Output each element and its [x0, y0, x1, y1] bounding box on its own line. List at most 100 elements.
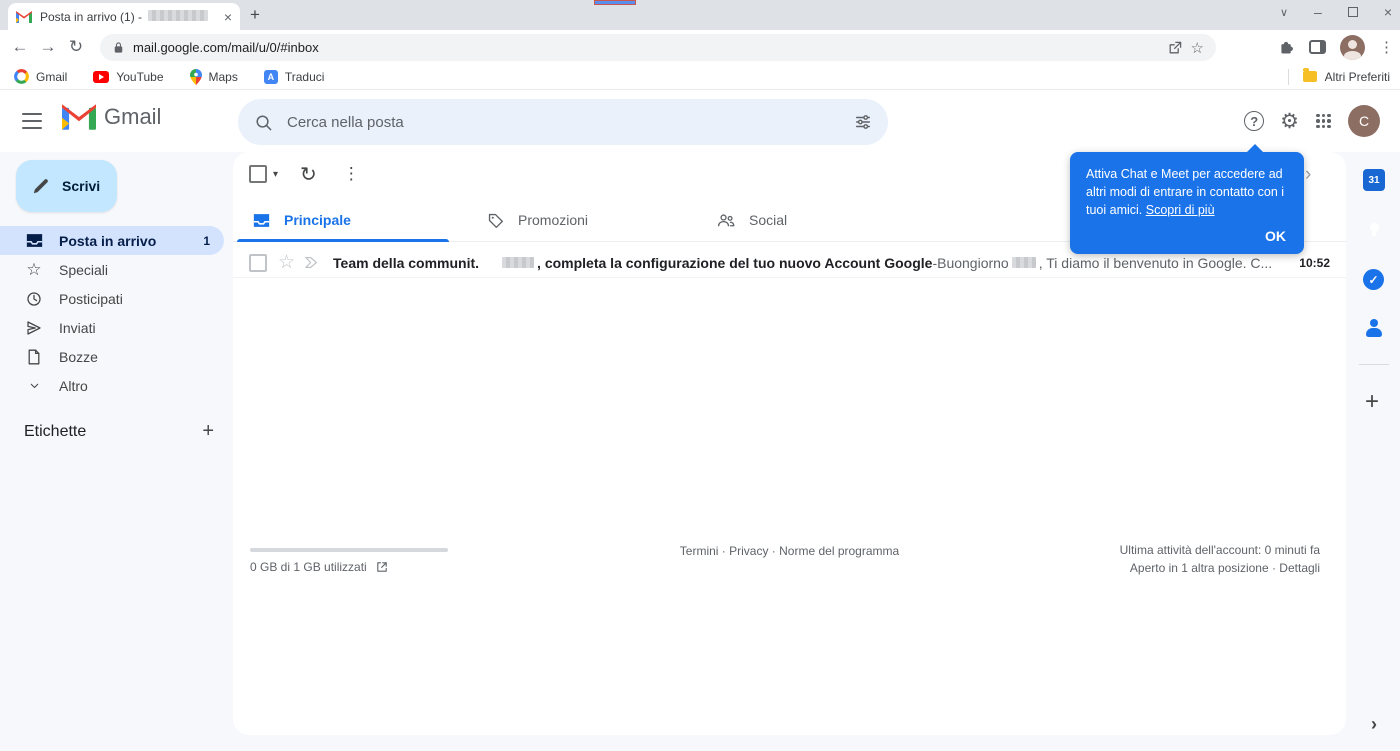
- search-icon[interactable]: [254, 113, 273, 132]
- lock-icon[interactable]: [112, 41, 125, 54]
- refresh-icon[interactable]: ↻: [300, 162, 317, 187]
- bookmark-translate[interactable]: A Traduci: [263, 69, 324, 84]
- search-input[interactable]: [287, 113, 840, 131]
- send-icon: [25, 320, 43, 336]
- add-label-button[interactable]: +: [202, 420, 214, 443]
- tag-icon: [488, 213, 503, 228]
- tab-primary[interactable]: Principale: [233, 198, 461, 242]
- translate-icon: A: [263, 69, 278, 84]
- browser-window: Posta in arrivo (1) - × + ∨ – × ← → ↻ ma…: [0, 0, 1400, 751]
- bookmark-gmail[interactable]: Gmail: [14, 69, 67, 84]
- bookmark-youtube[interactable]: YouTube: [93, 70, 164, 84]
- tab-social[interactable]: Social: [697, 198, 925, 242]
- account-avatar[interactable]: C: [1348, 105, 1380, 137]
- open-in-new-icon[interactable]: [375, 560, 389, 574]
- tab-promotions[interactable]: Promozioni: [467, 198, 695, 242]
- tab-title: Posta in arrivo (1) -: [40, 9, 216, 24]
- extensions-icon[interactable]: [1278, 39, 1295, 56]
- select-caret-icon[interactable]: ▾: [273, 169, 278, 180]
- people-icon: [717, 214, 735, 227]
- inbox-tab-icon: [253, 213, 270, 227]
- email-checkbox[interactable]: [249, 253, 267, 272]
- maps-pin-icon: [189, 68, 202, 85]
- importance-marker-icon[interactable]: [304, 256, 319, 269]
- labels-header: Etichette: [24, 422, 87, 440]
- tab-search-icon[interactable]: ∨: [1280, 6, 1288, 19]
- search-bar[interactable]: [238, 99, 888, 145]
- google-g-icon: [14, 69, 29, 84]
- profile-avatar[interactable]: [1340, 34, 1365, 60]
- calendar-icon[interactable]: 31: [1363, 169, 1385, 191]
- gmail-header: Gmail ? ⚙ C: [0, 90, 1400, 152]
- close-button[interactable]: ×: [1384, 4, 1392, 20]
- redacted-strip: [594, 0, 636, 5]
- share-icon[interactable]: [1167, 40, 1183, 56]
- email-time: 10:52: [1299, 255, 1330, 270]
- ok-button[interactable]: OK: [1086, 228, 1288, 244]
- browser-tab[interactable]: Posta in arrivo (1) - ×: [8, 3, 240, 30]
- bookmarks-bar: Gmail YouTube Maps A Traduci Altri Prefe…: [0, 64, 1400, 90]
- account-activity-line1: Ultima attività dell'account: 0 minuti f…: [1119, 543, 1320, 557]
- gmail-wordmark: Gmail: [104, 104, 162, 129]
- redacted-name: [1011, 257, 1036, 268]
- browser-toolbar: ← → ↻ mail.google.com/mail/u/0/#inbox ☆ …: [0, 30, 1400, 64]
- storage-text: 0 GB di 1 GB utilizzati: [250, 560, 389, 574]
- search-options-icon[interactable]: [854, 113, 872, 131]
- star-icon: ☆: [26, 259, 42, 279]
- draft-icon: [25, 349, 43, 365]
- redacted-email: [148, 9, 209, 21]
- divider: [1287, 68, 1289, 85]
- tab-strip: Posta in arrivo (1) - × + ∨ – ×: [0, 0, 1400, 30]
- minimize-button[interactable]: –: [1314, 4, 1322, 20]
- email-sender: Team della communit.: [333, 254, 480, 271]
- chat-meet-tooltip: Attiva Chat e Meet per accedere ad altri…: [1070, 144, 1304, 254]
- gmail-favicon: [16, 10, 32, 23]
- bookmark-maps[interactable]: Maps: [189, 68, 238, 85]
- header-actions: ? ⚙ C: [1244, 90, 1380, 152]
- gear-icon[interactable]: ⚙: [1280, 111, 1299, 132]
- apps-grid-icon[interactable]: [1315, 113, 1332, 130]
- chevron-down-icon: [25, 379, 43, 392]
- sidebar-item-snoozed[interactable]: Posticipati: [0, 284, 224, 313]
- side-panel-expand-icon[interactable]: ›: [1371, 714, 1377, 735]
- url-text[interactable]: mail.google.com/mail/u/0/#inbox: [133, 40, 1159, 55]
- reload-button[interactable]: ↻: [62, 37, 90, 57]
- address-bar[interactable]: mail.google.com/mail/u/0/#inbox ☆: [100, 34, 1216, 61]
- account-activity-line2[interactable]: Aperto in 1 altra posizione · Dettagli: [1130, 561, 1320, 575]
- gmail-m-icon: [62, 104, 96, 130]
- more-options-icon[interactable]: ⋮: [343, 164, 360, 184]
- select-all-checkbox[interactable]: [249, 165, 267, 183]
- rail-divider: [1359, 364, 1389, 365]
- gmail-app: Gmail ? ⚙ C: [0, 90, 1400, 751]
- learn-more-link[interactable]: Scopri di più: [1146, 203, 1215, 217]
- other-bookmarks[interactable]: Altri Preferiti: [1287, 68, 1390, 85]
- next-page-icon[interactable]: ›: [1305, 164, 1311, 186]
- help-icon[interactable]: ?: [1244, 111, 1265, 131]
- side-panel-icon[interactable]: [1309, 40, 1326, 54]
- window-controls: ∨ – ×: [1280, 4, 1392, 20]
- bookmark-star-icon[interactable]: ☆: [1191, 39, 1204, 57]
- sidebar-item-drafts[interactable]: Bozze: [0, 342, 224, 371]
- compose-button[interactable]: Scrivi: [16, 160, 117, 212]
- back-button[interactable]: ←: [6, 37, 34, 57]
- forward-button[interactable]: →: [34, 37, 62, 57]
- sidebar-item-more[interactable]: Altro: [0, 371, 224, 400]
- add-addon-button[interactable]: +: [1365, 388, 1379, 416]
- redacted-name: [502, 257, 535, 268]
- email-star-icon[interactable]: ☆: [278, 251, 295, 274]
- tab-close-icon[interactable]: ×: [224, 10, 232, 24]
- folder-icon: [1302, 68, 1317, 82]
- new-tab-button[interactable]: +: [250, 5, 260, 25]
- inbox-icon: [25, 233, 43, 248]
- sidebar-item-sent[interactable]: Inviati: [0, 313, 224, 342]
- toolbar-right: ⋮: [1278, 30, 1394, 64]
- sidebar-item-starred[interactable]: ☆ Speciali: [0, 255, 224, 284]
- sidebar-item-inbox[interactable]: Posta in arrivo 1: [0, 226, 224, 255]
- maximize-button[interactable]: [1347, 7, 1358, 17]
- gmail-logo[interactable]: Gmail: [62, 104, 161, 130]
- youtube-icon: [93, 70, 110, 83]
- email-subject: , completa la configurazione del tuo nuo…: [499, 255, 1285, 271]
- hamburger-menu-icon[interactable]: [20, 111, 44, 131]
- menu-icon[interactable]: ⋮: [1379, 38, 1394, 56]
- tasks-icon[interactable]: ✓: [1363, 269, 1384, 290]
